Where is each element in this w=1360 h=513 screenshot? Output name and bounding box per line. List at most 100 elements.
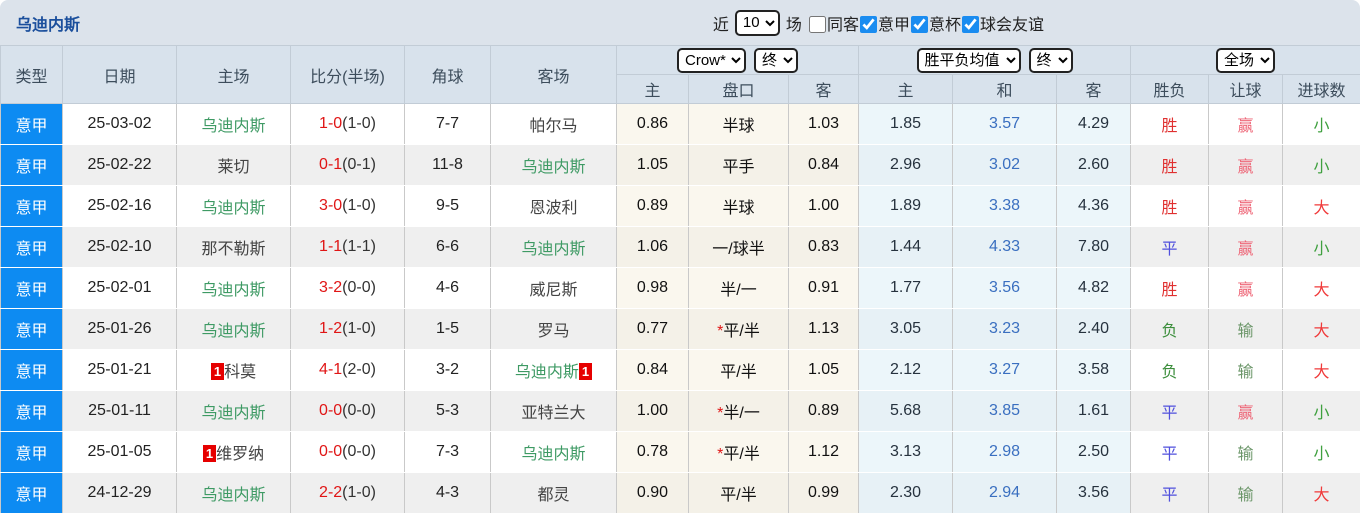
fulltime-score: 0-0 — [319, 402, 343, 419]
away-team-link[interactable]: 乌迪内斯 — [521, 241, 585, 258]
date-cell: 25-02-22 — [62, 144, 177, 186]
result-outcome: 胜 — [1130, 185, 1210, 227]
filter-checkbox[interactable] — [910, 15, 928, 33]
corners-cell: 6-6 — [404, 226, 491, 268]
avg-draw-odds: 3.27 — [952, 349, 1058, 391]
filter-checkbox[interactable] — [961, 15, 979, 33]
avg-home-odds: 1.85 — [858, 103, 954, 145]
away-team-link[interactable]: 都灵 — [537, 487, 569, 504]
halftime-score: (2-0) — [342, 361, 376, 378]
corners-cell: 7-7 — [404, 103, 491, 145]
filter-球会友谊[interactable]: 球会友谊 — [961, 15, 1044, 34]
result-outcome: 平 — [1130, 390, 1210, 432]
away-team-link[interactable]: 乌迪内斯 — [515, 364, 579, 381]
handicap-line: 平/半 — [688, 349, 789, 391]
table-row: 意甲 25-03-02 乌迪内斯 1-0(1-0) 7-7 帕尔马 0.86 半… — [0, 103, 1360, 145]
home-team-link[interactable]: 那不勒斯 — [201, 241, 265, 258]
avg-away-odds: 4.36 — [1056, 185, 1132, 227]
filter-意杯[interactable]: 意杯 — [910, 15, 961, 34]
filter-checkbox[interactable] — [859, 15, 877, 33]
avg-draw-odds: 3.23 — [952, 308, 1058, 350]
away-team-link[interactable]: 乌迪内斯 — [521, 446, 585, 463]
away-team-link[interactable]: 亚特兰大 — [521, 405, 585, 422]
odds-source-select[interactable]: Crow* — [677, 47, 746, 73]
subcol-odds-away: 客 — [787, 74, 860, 104]
table-row: 意甲 25-02-22 莱切 0-1(0-1) 11-8 乌迪内斯 1.05 平… — [0, 144, 1360, 186]
home-team-link[interactable]: 乌迪内斯 — [201, 405, 265, 422]
score-cell: 3-2(0-0) — [290, 267, 405, 309]
home-team-cell: 莱切 — [176, 144, 291, 186]
avg-state-select[interactable]: 终 — [1028, 47, 1073, 73]
away-team-link[interactable]: 罗马 — [537, 323, 569, 340]
handicap-line-text: 一/球半 — [712, 241, 765, 258]
home-team-link[interactable]: 乌迪内斯 — [201, 200, 265, 217]
avg-home-odds: 1.89 — [858, 185, 954, 227]
filter-同客[interactable]: 同客 — [808, 15, 859, 34]
halftime-score: (1-0) — [342, 320, 376, 337]
subcol-result-goals: 进球数 — [1282, 74, 1360, 104]
away-team-cell: 恩波利 — [490, 185, 617, 227]
filter-controls: 近 10 场 同客 意甲 意杯 球会友谊 — [713, 9, 1044, 36]
home-team-link[interactable]: 乌迪内斯 — [201, 282, 265, 299]
col-score: 比分(半场) — [290, 45, 405, 104]
home-team-link[interactable]: 乌迪内斯 — [201, 487, 265, 504]
score-cell: 1-1(1-1) — [290, 226, 405, 268]
handicap-home-odds: 0.89 — [616, 185, 689, 227]
recent-count-select[interactable]: 10 — [734, 9, 780, 36]
handicap-away-odds: 0.89 — [787, 390, 860, 432]
handicap-away-odds: 0.83 — [787, 226, 860, 268]
result-handicap: 赢 — [1208, 144, 1284, 186]
avg-away-odds: 3.56 — [1056, 472, 1132, 513]
away-team-link[interactable]: 乌迪内斯 — [521, 159, 585, 176]
home-team-link[interactable]: 维罗纳 — [216, 446, 264, 463]
result-handicap: 输 — [1208, 308, 1284, 350]
away-team-cell: 乌迪内斯 — [490, 144, 617, 186]
result-outcome: 负 — [1130, 308, 1210, 350]
home-team-cell: 1 维罗纳 — [176, 431, 291, 473]
score-cell: 1-0(1-0) — [290, 103, 405, 145]
result-goals: 大 — [1282, 308, 1360, 350]
handicap-home-odds: 0.77 — [616, 308, 689, 350]
home-team-link[interactable]: 科莫 — [224, 364, 256, 381]
handicap-home-odds: 1.06 — [616, 226, 689, 268]
home-team-link[interactable]: 乌迪内斯 — [201, 118, 265, 135]
handicap-line-text: 半/一 — [723, 405, 760, 422]
result-handicap: 输 — [1208, 472, 1284, 513]
result-outcome: 胜 — [1130, 103, 1210, 145]
corners-cell: 4-6 — [404, 267, 491, 309]
filter-意甲[interactable]: 意甲 — [859, 15, 910, 34]
handicap-line: 平手 — [688, 144, 789, 186]
away-team-link[interactable]: 帕尔马 — [529, 118, 577, 135]
fulltime-score: 3-0 — [319, 197, 343, 214]
avg-draw-odds: 4.33 — [952, 226, 1058, 268]
away-team-link[interactable]: 威尼斯 — [529, 282, 577, 299]
date-cell: 25-02-01 — [62, 267, 177, 309]
halftime-score: (0-0) — [342, 279, 376, 296]
handicap-line-text: 平手 — [722, 159, 755, 176]
fulltime-score: 0-1 — [319, 156, 343, 173]
score-cell: 4-1(2-0) — [290, 349, 405, 391]
handicap-away-odds: 0.84 — [787, 144, 860, 186]
avg-type-select[interactable]: 胜平负均值 — [916, 47, 1021, 73]
avg-home-odds: 2.12 — [858, 349, 954, 391]
filter-label-text: 同客 — [826, 16, 859, 34]
result-goals: 大 — [1282, 472, 1360, 513]
avg-home-odds: 3.05 — [858, 308, 954, 350]
result-handicap: 赢 — [1208, 390, 1284, 432]
away-team-link[interactable]: 恩波利 — [529, 200, 577, 217]
odds-state-select[interactable]: 终 — [754, 47, 798, 73]
corners-cell: 11-8 — [404, 144, 491, 186]
home-team-link[interactable]: 乌迪内斯 — [201, 323, 265, 340]
handicap-line-text: 平/半 — [723, 323, 760, 340]
fulltime-score: 3-2 — [319, 279, 343, 296]
scope-select[interactable]: 全场 — [1216, 47, 1276, 73]
result-goals: 大 — [1282, 185, 1360, 227]
result-goals: 小 — [1282, 226, 1360, 268]
away-team-cell: 威尼斯 — [490, 267, 617, 309]
handicap-away-odds: 1.05 — [787, 349, 860, 391]
filter-checkbox[interactable] — [808, 15, 826, 33]
col-date: 日期 — [62, 45, 177, 104]
table-row: 意甲 25-01-26 乌迪内斯 1-2(1-0) 1-5 罗马 0.77 *平… — [0, 308, 1360, 350]
home-team-link[interactable]: 莱切 — [217, 159, 249, 176]
subcol-avg-draw: 和 — [952, 74, 1058, 104]
